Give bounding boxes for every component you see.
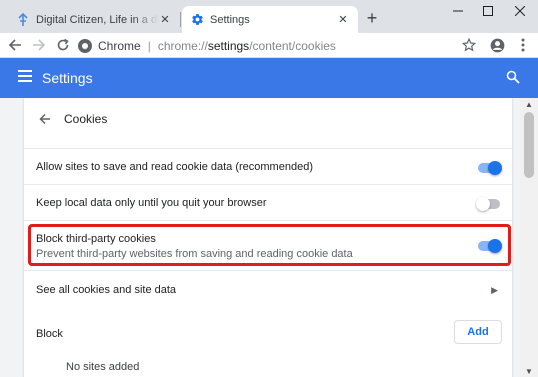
- close-tab-icon[interactable]: ✕: [336, 13, 350, 27]
- see-all-label: See all cookies and site data: [36, 284, 177, 296]
- back-arrow-icon[interactable]: [38, 112, 52, 126]
- back-arrow-icon: [8, 39, 21, 51]
- setting-label: Keep local data only until you quit your…: [36, 197, 267, 209]
- reload-icon: [57, 38, 69, 51]
- scroll-down-icon[interactable]: ▼: [520, 365, 538, 377]
- add-block-site-button[interactable]: Add: [454, 320, 502, 344]
- digital-citizen-icon: [16, 12, 30, 27]
- maximize-icon: [483, 6, 493, 16]
- hamburger-menu-icon[interactable]: [18, 70, 32, 84]
- search-icon[interactable]: [506, 70, 520, 84]
- page-title: Settings: [42, 70, 93, 86]
- see-all-cookies-row[interactable]: See all cookies and site data ▶: [24, 270, 512, 308]
- block-empty-row: No sites added: [24, 356, 512, 377]
- reload-button[interactable]: [54, 36, 72, 54]
- setting-label: Allow sites to save and read cookie data…: [36, 161, 313, 173]
- account-icon: [490, 38, 504, 52]
- chevron-right-icon: ▶: [491, 285, 498, 295]
- more-vert-icon: [521, 38, 525, 52]
- toggle-knob: [488, 161, 502, 175]
- block-title: Block: [36, 328, 63, 340]
- no-sites-text: No sites added: [66, 361, 140, 373]
- profile-button[interactable]: [488, 36, 506, 54]
- toggle-knob: [476, 197, 490, 211]
- url-scheme: chrome://: [157, 38, 208, 53]
- setting-row-keep-local[interactable]: Keep local data only until you quit your…: [24, 184, 512, 220]
- forward-button[interactable]: [30, 36, 48, 54]
- address-bar[interactable]: Chrome | chrome:// settings /content/coo…: [78, 35, 488, 56]
- close-icon: [515, 6, 525, 16]
- tab-strip: Digital Citizen, Life in a digital world…: [0, 0, 538, 33]
- subpage-title: Cookies: [64, 112, 108, 126]
- setting-row-allow-sites[interactable]: Allow sites to save and read cookie data…: [24, 148, 512, 184]
- menu-button[interactable]: [514, 36, 532, 54]
- close-tab-icon[interactable]: ✕: [158, 13, 172, 27]
- scroll-up-icon[interactable]: ▲: [520, 98, 538, 110]
- scroll-thumb[interactable]: [524, 112, 534, 178]
- url-host: settings: [207, 38, 250, 53]
- settings-header: Settings: [0, 58, 538, 98]
- url-path: /content/cookies: [249, 38, 336, 53]
- tab-title: Digital Citizen, Life in a digital world: [36, 13, 158, 26]
- tab-settings[interactable]: Settings ✕: [182, 6, 358, 33]
- bookmark-button[interactable]: [460, 36, 478, 54]
- page-scrollbar[interactable]: ▲ ▼: [520, 98, 538, 377]
- toggle-keep-local[interactable]: [476, 197, 500, 211]
- gear-icon: [190, 13, 204, 27]
- tab-divider: [180, 12, 181, 27]
- toggle-allow-sites[interactable]: [478, 161, 502, 175]
- block-section-header: Block Add: [24, 308, 512, 356]
- new-tab-button[interactable]: +: [362, 8, 382, 28]
- tab-digital-citizen[interactable]: Digital Citizen, Life in a digital world…: [8, 6, 180, 33]
- star-icon: [462, 38, 476, 52]
- chrome-site-icon: [78, 38, 92, 53]
- tab-title: Settings: [210, 13, 250, 26]
- browser-toolbar: Chrome | chrome:// settings /content/coo…: [0, 33, 538, 58]
- minimize-icon: [453, 10, 463, 12]
- maximize-button[interactable]: [470, 0, 506, 22]
- highlight-box: [28, 224, 511, 266]
- back-button[interactable]: [6, 36, 24, 54]
- site-chip: Chrome: [98, 38, 141, 53]
- forward-arrow-icon: [33, 39, 46, 51]
- close-window-button[interactable]: [502, 0, 538, 22]
- omnibox-separator: |: [147, 38, 151, 53]
- subpage-header: Cookies: [38, 110, 107, 128]
